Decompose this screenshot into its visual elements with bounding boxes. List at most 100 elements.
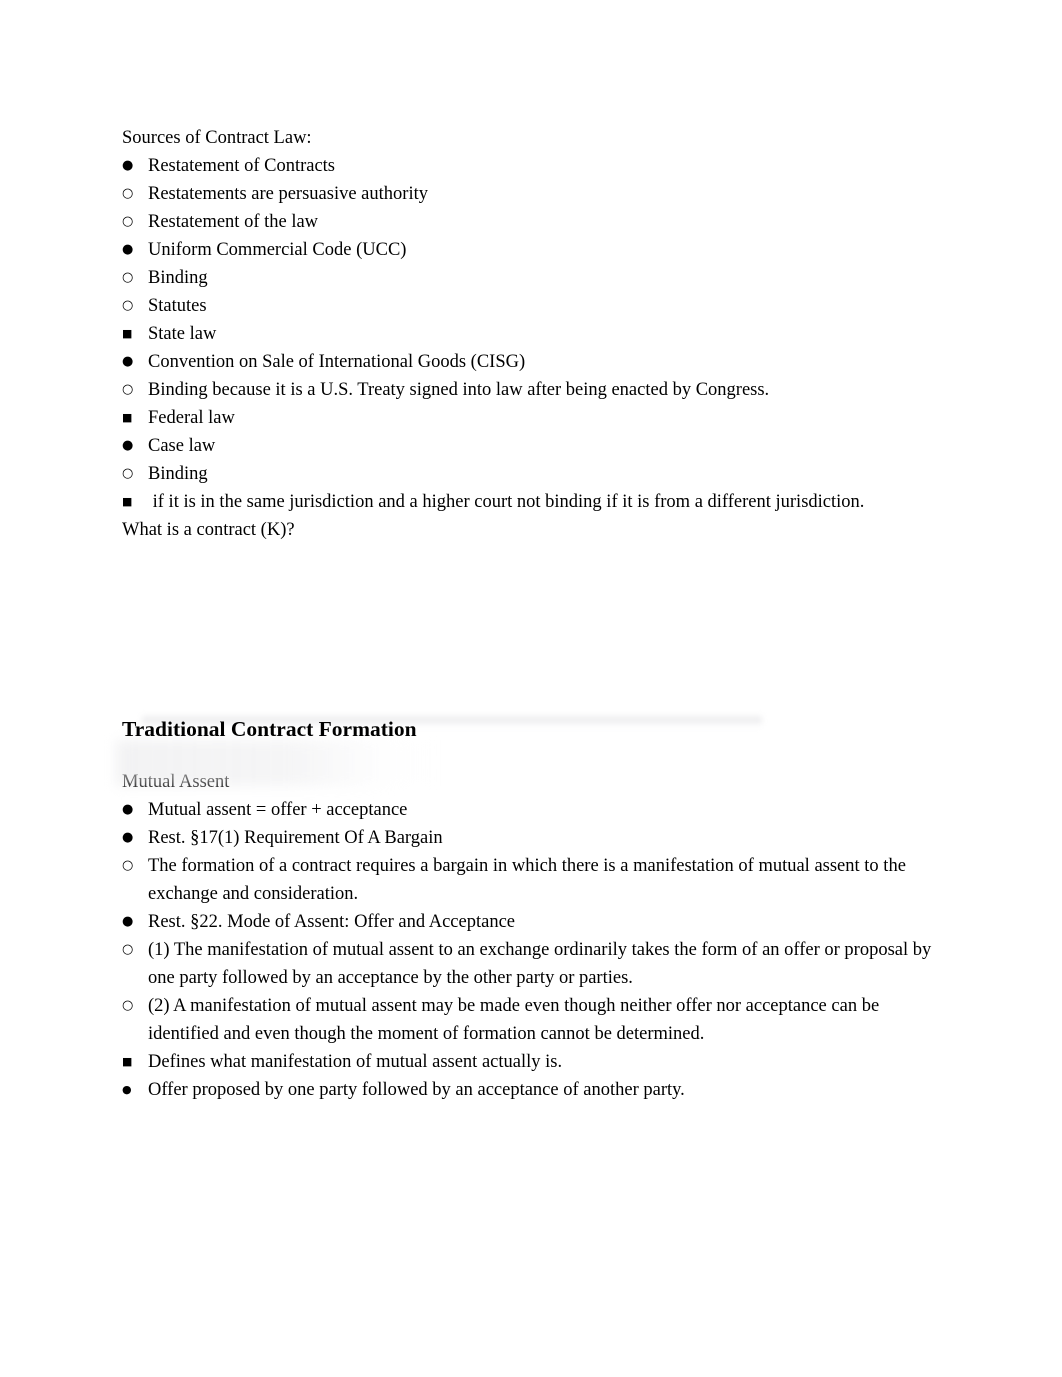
disc-bullet-icon: ● (122, 802, 134, 817)
disc-bullet-icon: ● (122, 158, 134, 173)
list-item-label: Binding (148, 464, 208, 484)
list-item: ○ The formation of a contract requires a … (122, 852, 947, 908)
list-item-label: Restatements are persuasive authority (148, 184, 428, 204)
list-item: ● Restatement of Contracts ○ Restatements a… (122, 152, 947, 236)
disc-bullet-icon: ● (122, 438, 134, 453)
circle-bullet-icon: ○ (122, 186, 134, 201)
list-item: ● Uniform Commercial Code (UCC) ○ Binding ○ S… (122, 236, 947, 348)
list-item: ○ Binding ■ if it is in the same jurisdict… (122, 460, 947, 516)
disc-small-bullet-icon: ● (122, 1083, 132, 1096)
mutual-assent-list: ● Mutual assent = offer + acceptance ● Rest… (122, 796, 947, 1104)
list-item-row: ○ Binding (122, 460, 947, 488)
bullet-list-level-2: ○ Restatements are persuasive authority ○ R… (122, 180, 947, 236)
list-item-row: ○ (2) A manifestation of mutual assent ma… (122, 992, 947, 1048)
list-item-row: ○ Statutes (122, 292, 947, 320)
list-item-label: Case law (148, 436, 216, 456)
list-item: ■ Federal law (122, 404, 947, 432)
section-title: Traditional Contract Formation (122, 717, 417, 741)
list-item: ○ Binding because it is a U.S. Treaty sig… (122, 376, 947, 432)
what-is-a-contract-line: What is a contract (K)? (122, 520, 295, 540)
sources-list: ● Restatement of Contracts ○ Restatements a… (122, 152, 947, 516)
list-item-row: ■ Federal law (122, 404, 947, 432)
mutual-assent-subheading: Mutual Assent (122, 772, 230, 792)
list-item-label: Mutual assent = offer + acceptance (148, 800, 408, 820)
list-item-row: ■ State law (122, 320, 947, 348)
sources-heading: Sources of Contract Law: (122, 128, 312, 148)
list-item: ○ Binding (122, 264, 947, 292)
list-item-row: ■ Defines what manifestation of mutual as… (122, 1048, 947, 1076)
list-item-label: Restatement of the law (148, 212, 319, 232)
circle-bullet-icon: ○ (122, 270, 134, 285)
list-item-row: ● Convention on Sale of International Goo… (122, 348, 947, 376)
disc-bullet-icon: ● (122, 354, 134, 369)
title-gap (122, 744, 947, 768)
disc-bullet-icon: ● (122, 830, 134, 845)
list-item: ● Convention on Sale of International Goo… (122, 348, 947, 432)
bullet-list-level-2: ○ (1) The manifestation of mutual assent … (122, 936, 947, 1104)
list-item-label: Binding because it is a U.S. Treaty sign… (148, 380, 770, 400)
list-item-label: Rest. §22. Mode of Assent: Offer and Acc… (148, 912, 515, 932)
square-bullet-icon: ■ (122, 495, 133, 508)
list-item-row: ○ The formation of a contract requires a … (122, 852, 947, 908)
bullet-list-level-4: ● Offer proposed by one party followed by… (122, 1076, 947, 1104)
document-page: Sources of Contract Law: ● Restatement of… (0, 0, 1062, 1377)
list-item-row: ● Restatement of Contracts (122, 152, 947, 180)
list-item: ■ Defines what manifestation of mutual as… (122, 1048, 947, 1104)
list-item-row: ● Mutual assent = offer + acceptance (122, 796, 947, 824)
list-item-label: Uniform Commercial Code (UCC) (148, 240, 407, 260)
list-item-label: (2) A manifestation of mutual assent may… (148, 996, 884, 1044)
list-item-label: State law (148, 324, 217, 344)
list-item-label: (1) The manifestation of mutual assent t… (148, 940, 936, 988)
list-item: ● Offer proposed by one party followed by… (122, 1076, 947, 1104)
list-item: ○ (1) The manifestation of mutual assent … (122, 936, 947, 992)
square-bullet-icon: ■ (122, 327, 133, 340)
list-item-row: ● Case law (122, 432, 947, 460)
list-item-row: ● Offer proposed by one party followed by… (122, 1076, 947, 1104)
list-item-label: Rest. §17(1) Requirement Of A Bargain (148, 828, 443, 848)
list-item: ● Rest. §17(1) Requirement Of A Bargain ○ T… (122, 824, 947, 908)
list-item-row: ○ Binding (122, 264, 947, 292)
bullet-list-level-1: ● Restatement of Contracts ○ Restatements a… (122, 152, 947, 516)
list-item-row: ■ if it is in the same jurisdiction and … (122, 488, 947, 516)
list-item-label: Federal law (148, 408, 235, 428)
bullet-list-level-2: ○ Binding ○ Statutes ■ State law (122, 264, 947, 348)
circle-bullet-icon: ○ (122, 858, 134, 873)
circle-bullet-icon: ○ (122, 942, 134, 957)
list-item-label: Offer proposed by one party followed by … (148, 1080, 685, 1100)
list-item: ■ if it is in the same jurisdiction and … (122, 488, 947, 516)
list-item: ○ (2) A manifestation of mutual assent ma… (122, 992, 947, 1104)
list-item-row: ○ Restatements are persuasive authority (122, 180, 947, 208)
bullet-list-level-1: ● Mutual assent = offer + acceptance ● Rest… (122, 796, 947, 1104)
bullet-list-level-2: ○ Binding ■ if it is in the same jurisdict… (122, 460, 947, 516)
list-item-row: ● Uniform Commercial Code (UCC) (122, 236, 947, 264)
list-item: ● Mutual assent = offer + acceptance (122, 796, 947, 824)
traditional-contract-formation-block: Traditional Contract Formation (116, 714, 947, 786)
list-item: ● Case law ○ Binding ■ if it is in the same … (122, 432, 947, 516)
list-item: ○ Statutes ■ State law (122, 292, 947, 348)
list-item-row: ○ Binding because it is a U.S. Treaty sig… (122, 376, 947, 404)
circle-bullet-icon: ○ (122, 466, 134, 481)
list-item-label: Defines what manifestation of mutual ass… (148, 1052, 563, 1072)
list-item-row: ● Rest. §22. Mode of Assent: Offer and Ac… (122, 908, 947, 936)
list-item: ○ Restatement of the law (122, 208, 947, 236)
circle-bullet-icon: ○ (122, 298, 134, 313)
bullet-list-level-3: ■ if it is in the same jurisdiction and … (122, 488, 947, 516)
list-item-row: ● Rest. §17(1) Requirement Of A Bargain (122, 824, 947, 852)
circle-bullet-icon: ○ (122, 998, 134, 1013)
list-item-label: Binding (148, 268, 208, 288)
list-item-label: if it is in the same jurisdiction and a … (148, 492, 865, 512)
disc-bullet-icon: ● (122, 914, 134, 929)
circle-bullet-icon: ○ (122, 382, 134, 397)
vertical-gap (122, 544, 947, 714)
list-item-label: Statutes (148, 296, 207, 316)
list-item: ○ Restatements are persuasive authority (122, 180, 947, 208)
bullet-list-level-2: ○ The formation of a contract requires a … (122, 852, 947, 908)
square-bullet-icon: ■ (122, 1055, 133, 1068)
bullet-list-level-2: ○ Binding because it is a U.S. Treaty sig… (122, 376, 947, 432)
list-item-label: Restatement of Contracts (148, 156, 336, 176)
list-item: ● Rest. §22. Mode of Assent: Offer and Ac… (122, 908, 947, 1104)
document-content: Sources of Contract Law: ● Restatement of… (116, 124, 947, 1104)
square-bullet-icon: ■ (122, 411, 133, 424)
bullet-list-level-3: ■ Federal law (122, 404, 947, 432)
bullet-list-level-3: ■ Defines what manifestation of mutual as… (122, 1048, 947, 1104)
